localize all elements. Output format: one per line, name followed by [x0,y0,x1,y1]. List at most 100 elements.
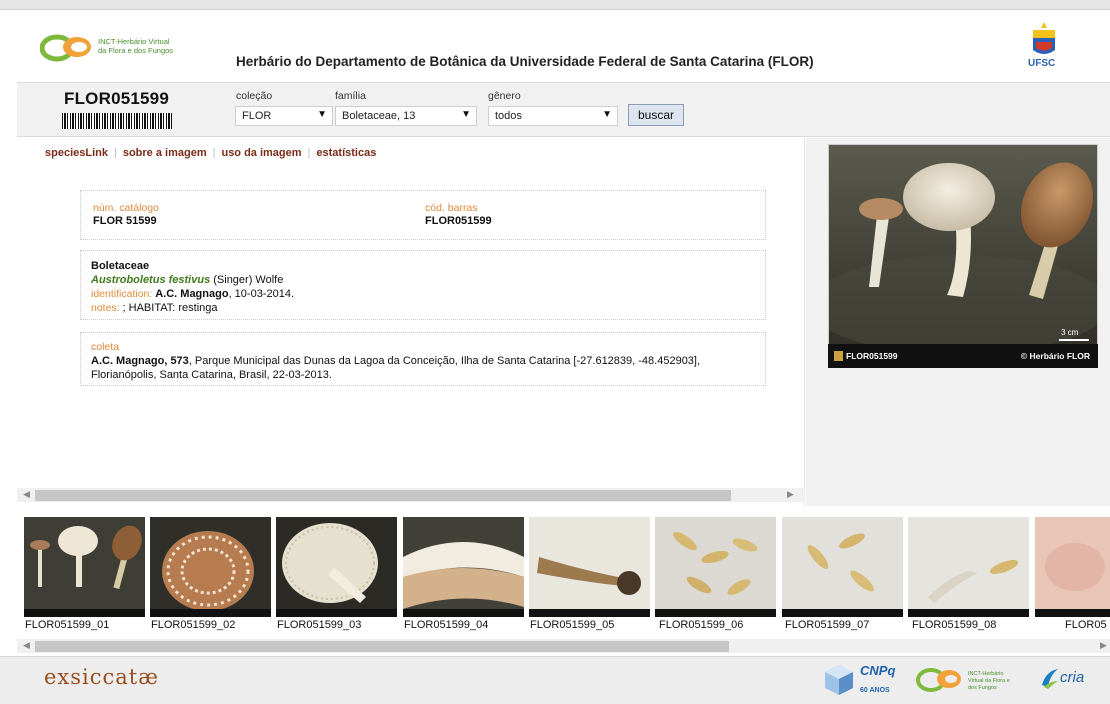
genero-select[interactable]: todos ▼ [488,106,618,126]
thumb-spores-image [655,517,776,617]
catalog-card: núm. catálogo FLOR 51599 cód. barras FLO… [80,190,766,240]
mushroom-photo-image: 3 cm [829,145,1097,367]
thumb-tissue-image [1035,517,1110,617]
thumbnail-image[interactable] [403,517,524,617]
thumb-spores-image [782,517,903,617]
notes-value: ; HABITAT: restinga [122,302,218,314]
photo-copyright: © Herbário FLOR [1020,351,1090,361]
colecao-value: FLOR [242,110,272,122]
familia-value: Boletaceae, 13 [342,110,416,122]
thumbnail-image[interactable] [276,517,397,617]
photo-caption-bar: FLOR051599 © Herbário FLOR [828,344,1098,368]
thumbnail-label[interactable]: FLOR051599_01 [25,619,109,631]
thumbnail-image[interactable] [1035,517,1110,617]
flor-stamp-icon [834,351,843,361]
catalog-number-label: núm. catálogo [93,202,159,214]
inct-logo-line2: da Flora e dos Fungos [98,46,174,55]
thumb-stipe-base-image [529,517,650,617]
thumbnail-label[interactable]: FLOR051599_07 [785,619,869,631]
nav-specieslink[interactable]: speciesLink [45,147,108,159]
scroll-right-icon[interactable]: ▶ [1100,640,1107,651]
coleta-collector: A.C. Magnago, 573 [91,355,189,367]
thumb-caption-bar [150,609,271,617]
cria-swoosh-icon [1042,669,1058,689]
taxonomy-card: Boletaceae Austroboletus festivus (Singe… [80,250,766,320]
cnpq-cube-icon [825,665,853,695]
genero-value: todos [495,110,522,122]
thumb-mushrooms-image [24,517,145,617]
scroll-left-icon[interactable]: ◀ [23,489,30,500]
nav-sobre-imagem[interactable]: sobre a imagem [123,147,207,159]
cnpq-logo[interactable]: CNPq 60 ANOS [822,663,912,699]
inct-leaf-icon [916,668,961,692]
exsiccatae-logo[interactable]: exsiccatæ [44,665,159,689]
scrollbar-thumb[interactable] [35,641,729,652]
identification-label: identification: [91,288,156,300]
thumbnail-image[interactable] [150,517,271,617]
cnpq-years: 60 ANOS [860,687,890,694]
cria-logo[interactable]: cria [1040,667,1100,695]
colecao-select[interactable]: FLOR ▼ [235,106,333,126]
thumb-section-image [403,517,524,617]
collection-card: coleta A.C. Magnago, 573, Parque Municip… [80,332,766,386]
coleta-label: coleta [91,341,120,353]
catalog-number-value: FLOR 51599 [93,215,157,227]
thumb-caption-bar [1035,609,1110,617]
record-panel-scrollbar[interactable]: ◀ ▶ [17,488,805,502]
nav-estatisticas[interactable]: estatísticas [316,147,376,159]
thumbnail-label[interactable]: FLOR051599_08 [912,619,996,631]
scale-bar-label: 3 cm [1061,328,1079,337]
thumbnail-label[interactable]: FLOR051599_05 [530,619,614,631]
inct-leaf-icon [40,34,91,62]
thumbnail-label[interactable]: FLOR051599_02 [151,619,235,631]
familia-select[interactable]: Boletaceae, 13 ▼ [335,106,477,126]
identification-person: A.C. Magnago [155,288,229,300]
thumbnail-gallery: FLOR051599_01 FLOR051599_02 FLOR051599_0… [17,513,1110,653]
thumb-cap-under-image [276,517,397,617]
browser-top-strip [0,0,1110,10]
thumbnail-image[interactable] [529,517,650,617]
thumbnail-image[interactable] [24,517,145,617]
thumb-cap-top-image [150,517,271,617]
inct-logo[interactable]: INCT-Herbário Virtual da Flora e dos Fun… [40,32,200,64]
inct-footer-text: INCT-Herbário Virtual da Flora e dos Fun… [968,671,1010,691]
dropdown-arrow-icon: ▼ [602,109,612,120]
barcode-label: cód. barras [425,202,478,214]
thumb-caption-bar [908,609,1029,617]
thumb-caption-bar [655,609,776,617]
inct-logo-line1: INCT-Herbário Virtual [98,37,170,46]
scrollbar-thumb[interactable] [35,490,731,501]
thumbnail-image[interactable] [908,517,1029,617]
barcode-value: FLOR051599 [425,215,492,227]
identification-date: , 10-03-2014. [228,288,294,300]
species-name[interactable]: Austroboletus festivus [91,274,210,286]
nav-uso-imagem[interactable]: uso da imagem [221,147,301,159]
thumb-caption-bar [403,609,524,617]
search-button[interactable]: buscar [628,104,684,126]
gallery-scrollbar[interactable]: ◀ ▶ [17,639,1110,653]
thumbnail-label[interactable]: FLOR05 [1065,619,1107,631]
colecao-label: coleção [236,90,273,102]
inct-footer-logo[interactable]: INCT-Herbário Virtual da Flora e dos Fun… [916,665,1016,697]
thumbnail-image[interactable] [782,517,903,617]
specimen-photo[interactable]: 3 cm [828,144,1098,368]
record-nav: speciesLink | sobre a imagem | uso da imagem… [45,147,377,159]
thumb-caption-bar [529,609,650,617]
thumbnail-label[interactable]: FLOR051599_03 [277,619,361,631]
ufsc-logo-text: UFSC [1028,58,1056,69]
page-header: INCT-Herbário Virtual da Flora e dos Fun… [0,10,1110,82]
photo-id-caption: FLOR051599 [846,351,898,361]
cnpq-text: CNPq [860,663,896,678]
ufsc-logo[interactable]: UFSC [1026,20,1062,70]
cria-text: cria [1060,669,1085,686]
scroll-left-icon[interactable]: ◀ [23,640,30,651]
thumbnail-label[interactable]: FLOR051599_06 [659,619,743,631]
thumbnail-label[interactable]: FLOR051599_04 [404,619,488,631]
thumbnail-image[interactable] [655,517,776,617]
catalog-id: FLOR051599 [64,89,169,108]
familia-label: família [335,90,366,102]
species-author: (Singer) Wolfe [210,274,284,286]
scroll-right-icon[interactable]: ▶ [787,489,794,500]
thumb-spores-basidia-image [908,517,1029,617]
notes-label: notes: [91,302,123,314]
